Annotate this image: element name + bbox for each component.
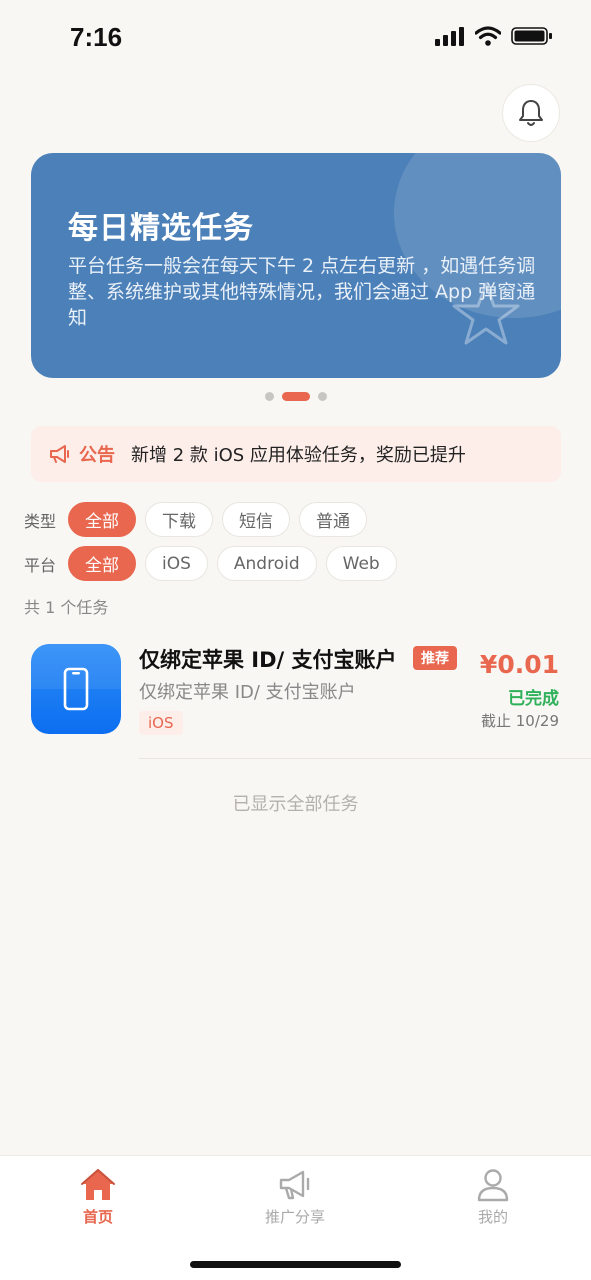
platform-chip-android[interactable]: Android xyxy=(216,546,317,581)
type-chip-sms[interactable]: 短信 xyxy=(222,502,290,537)
list-end-text: 已显示全部任务 xyxy=(232,794,359,815)
platform-filter-row: 平台 全部 iOS Android Web xyxy=(24,546,406,581)
megaphone-icon xyxy=(49,444,71,464)
tab-home-label: 首页 xyxy=(82,1208,113,1226)
tab-share-label: 推广分享 xyxy=(264,1208,325,1226)
platform-badge: iOS xyxy=(139,711,183,735)
banner-description: 平台任务一般会在每天下午 2 点左右更新 ，如遇任务调整、系统维护或其他特殊情况… xyxy=(68,255,536,329)
status-time: 7:16 xyxy=(70,22,123,52)
task-reward: ¥0.01 xyxy=(479,650,559,679)
wifi-icon xyxy=(475,26,501,46)
banner-pagination xyxy=(0,392,591,401)
divider xyxy=(139,758,591,759)
platform-chip-all[interactable]: 全部 xyxy=(68,546,136,581)
home-icon xyxy=(81,1169,115,1200)
tab-profile[interactable]: 我的 xyxy=(433,1168,553,1227)
banner-title: 每日精选任务 xyxy=(68,211,254,246)
status-icons xyxy=(435,26,553,46)
notification-button[interactable] xyxy=(502,84,560,142)
announcement-bar[interactable]: 公告 新增 2 款 iOS 应用体验任务，奖励已提升 xyxy=(31,426,561,482)
user-icon xyxy=(477,1169,509,1202)
megaphone-icon xyxy=(279,1170,310,1200)
task-title: 仅绑定苹果 ID/ 支付宝账户 xyxy=(139,648,397,672)
phone-icon xyxy=(63,667,89,711)
task-subtitle: 仅绑定苹果 ID/ 支付宝账户 xyxy=(139,682,356,703)
bell-icon xyxy=(519,100,543,126)
tab-share[interactable]: 推广分享 xyxy=(235,1168,355,1227)
type-chip-download[interactable]: 下载 xyxy=(145,502,213,537)
platform-filter-label: 平台 xyxy=(24,555,57,575)
task-deadline: 截止 10/29 xyxy=(481,712,559,730)
announcement-text: 新增 2 款 iOS 应用体验任务，奖励已提升 xyxy=(131,445,466,466)
recommended-badge: 推荐 xyxy=(413,646,457,670)
battery-icon xyxy=(511,27,552,45)
tab-profile-label: 我的 xyxy=(477,1208,508,1226)
type-filter-label: 类型 xyxy=(24,511,57,531)
pagination-dot[interactable] xyxy=(317,392,327,401)
home-indicator[interactable] xyxy=(190,1261,401,1268)
type-filter-row: 类型 全部 下载 短信 普通 xyxy=(24,502,376,537)
announcement-label: 公告 xyxy=(79,445,115,466)
pagination-dot[interactable] xyxy=(264,392,274,401)
task-app-icon xyxy=(31,644,121,734)
tab-home[interactable]: 首页 xyxy=(38,1168,158,1227)
type-chip-all[interactable]: 全部 xyxy=(68,502,136,537)
status-bar: 7:16 xyxy=(0,0,591,80)
platform-chip-ios[interactable]: iOS xyxy=(145,546,208,581)
platform-chip-web[interactable]: Web xyxy=(325,546,397,581)
featured-banner[interactable]: 每日精选任务 平台任务一般会在每天下午 2 点左右更新 ，如遇任务调整、系统维护… xyxy=(31,153,561,378)
task-count: 共 1 个任务 xyxy=(24,598,109,617)
signal-icon xyxy=(435,27,464,46)
type-chip-normal[interactable]: 普通 xyxy=(299,502,367,537)
task-status: 已完成 xyxy=(508,689,559,709)
pagination-dot-active[interactable] xyxy=(281,392,310,401)
task-card[interactable]: 仅绑定苹果 ID/ 支付宝账户 推荐 仅绑定苹果 ID/ 支付宝账户 iOS ¥… xyxy=(31,628,561,758)
